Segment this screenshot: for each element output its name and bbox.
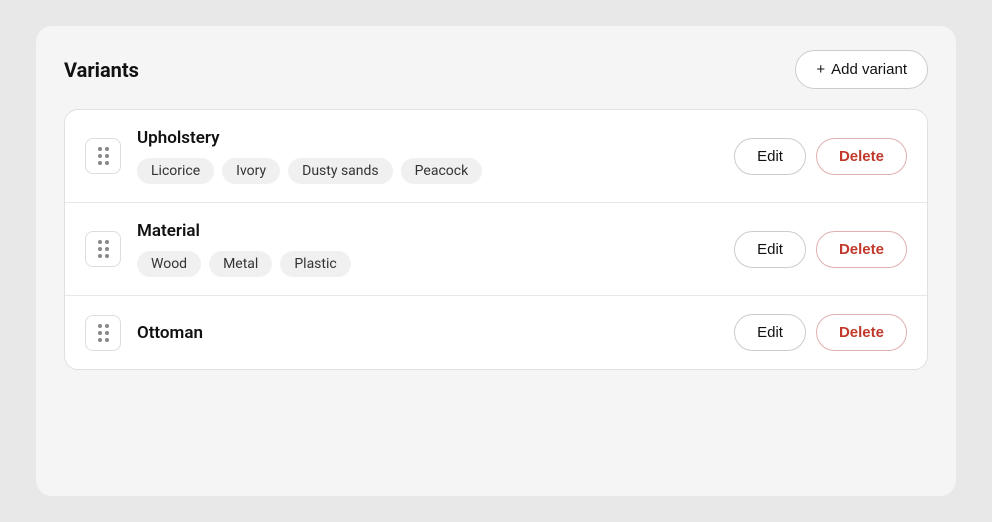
tag-metal: Metal (209, 251, 272, 277)
dot (98, 247, 102, 251)
tag-dusty-sands: Dusty sands (288, 158, 393, 184)
drag-dots (98, 147, 109, 165)
dot (98, 240, 102, 244)
tag-plastic: Plastic (280, 251, 350, 277)
tag-list-material: Wood Metal Plastic (137, 251, 718, 277)
edit-button-ottoman[interactable]: Edit (734, 314, 806, 351)
dot (98, 338, 102, 342)
variant-info-material: Material Wood Metal Plastic (137, 221, 718, 277)
dot (98, 147, 102, 151)
drag-dots (98, 240, 109, 258)
variant-row-upholstery: Upholstery Licorice Ivory Dusty sands Pe… (65, 110, 927, 203)
dot (105, 254, 109, 258)
dot (98, 254, 102, 258)
variant-info-ottoman: Ottoman (137, 323, 718, 343)
dot (105, 331, 109, 335)
dot (105, 240, 109, 244)
variant-row-ottoman: Ottoman Edit Delete (65, 296, 927, 369)
variants-title: Variants (64, 58, 139, 82)
dot (105, 338, 109, 342)
variants-header: Variants + Add variant (64, 50, 928, 89)
variant-list: Upholstery Licorice Ivory Dusty sands Pe… (64, 109, 928, 370)
plus-icon: + (816, 61, 825, 78)
edit-button-material[interactable]: Edit (734, 231, 806, 268)
delete-button-ottoman[interactable]: Delete (816, 314, 907, 351)
delete-button-upholstery[interactable]: Delete (816, 138, 907, 175)
dot (98, 331, 102, 335)
dot (98, 324, 102, 328)
variant-row-material: Material Wood Metal Plastic Edit Delete (65, 203, 927, 296)
dot (105, 161, 109, 165)
tag-peacock: Peacock (401, 158, 483, 184)
tag-licorice: Licorice (137, 158, 214, 184)
variant-name-upholstery: Upholstery (137, 128, 718, 148)
variants-container: Variants + Add variant Upholstery (36, 26, 956, 496)
dot (98, 154, 102, 158)
add-variant-button[interactable]: + Add variant (795, 50, 928, 89)
dot (105, 147, 109, 151)
variant-info-upholstery: Upholstery Licorice Ivory Dusty sands Pe… (137, 128, 718, 184)
delete-button-material[interactable]: Delete (816, 231, 907, 268)
variant-name-material: Material (137, 221, 718, 241)
dot (98, 161, 102, 165)
drag-handle-ottoman[interactable] (85, 315, 121, 351)
variant-actions-upholstery: Edit Delete (734, 138, 907, 175)
drag-handle-upholstery[interactable] (85, 138, 121, 174)
dot (105, 247, 109, 251)
variant-actions-ottoman: Edit Delete (734, 314, 907, 351)
add-variant-label: Add variant (831, 61, 907, 78)
tag-list-upholstery: Licorice Ivory Dusty sands Peacock (137, 158, 718, 184)
dot (105, 324, 109, 328)
dot (105, 154, 109, 158)
variant-actions-material: Edit Delete (734, 231, 907, 268)
tag-ivory: Ivory (222, 158, 280, 184)
variant-name-ottoman: Ottoman (137, 323, 718, 343)
drag-dots (98, 324, 109, 342)
tag-wood: Wood (137, 251, 201, 277)
edit-button-upholstery[interactable]: Edit (734, 138, 806, 175)
drag-handle-material[interactable] (85, 231, 121, 267)
